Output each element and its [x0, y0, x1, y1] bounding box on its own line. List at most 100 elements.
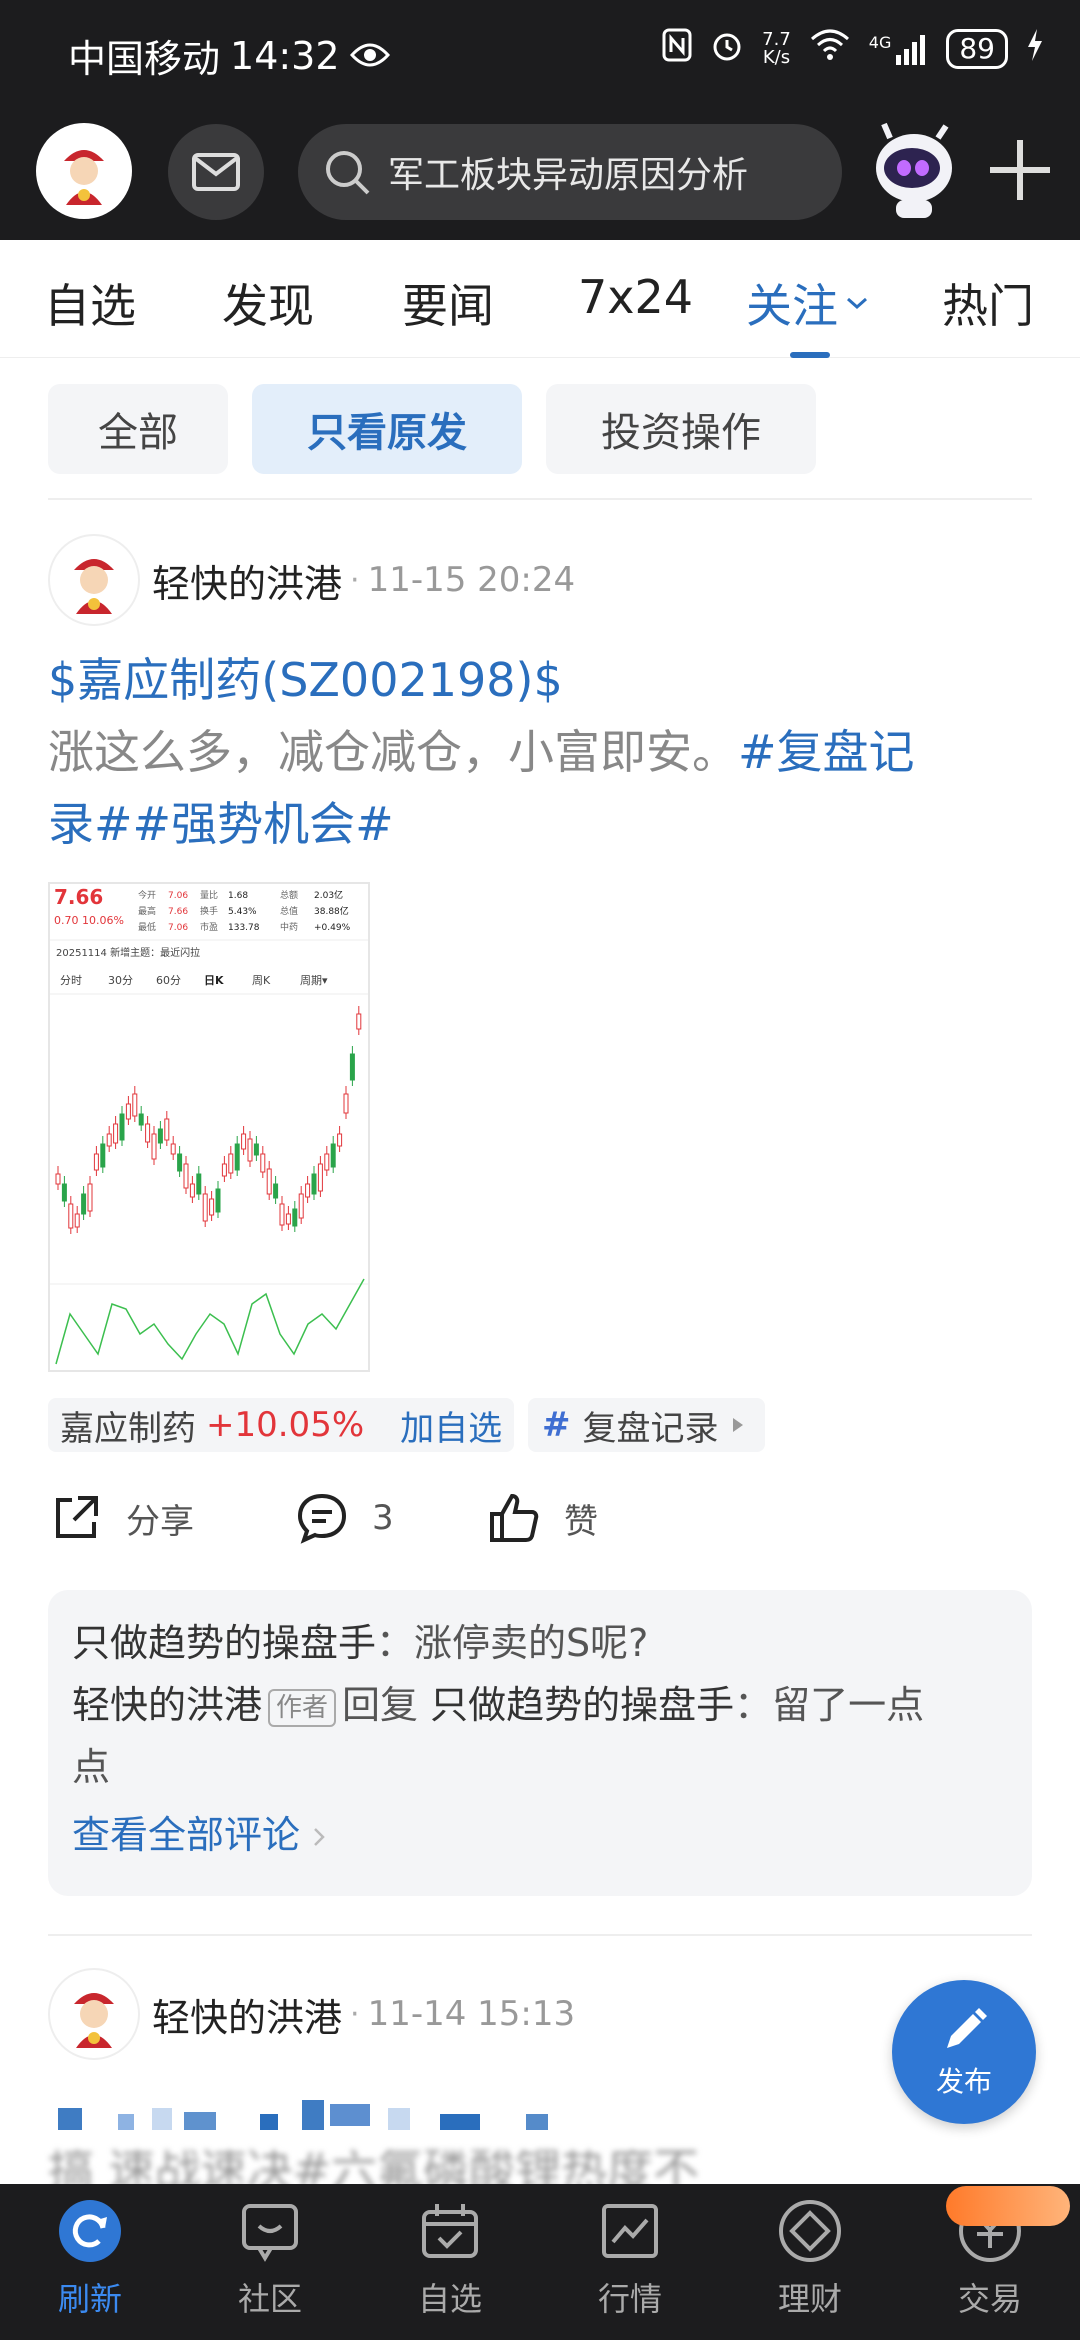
publish-button[interactable]: 发布 — [892, 1980, 1036, 2124]
candle-body — [305, 1183, 311, 1198]
chart-info-cell: 7.06 — [168, 891, 188, 901]
post-author-avatar[interactable] — [48, 534, 140, 626]
eye-icon — [349, 34, 390, 78]
comment-2: 轻快的洪港 作者 回复 只做趋势的操盘手：留了一点点 — [72, 1674, 1008, 1798]
tab-news[interactable]: 要闻 — [402, 270, 494, 336]
candle-body — [61, 1183, 67, 1202]
candle-body — [241, 1133, 247, 1150]
candle-body — [164, 1118, 170, 1141]
post-tag-replay[interactable]: #复盘记 — [738, 725, 915, 779]
filter-all[interactable]: 全部 — [48, 384, 228, 474]
post-author-name[interactable]: 轻快的洪港 — [152, 553, 342, 608]
share-icon — [56, 1496, 98, 1538]
mail-icon — [192, 153, 240, 191]
publish-label: 发布 — [935, 2065, 992, 2098]
chart-info-cell: 市盈 — [200, 921, 218, 933]
stock-chip[interactable]: 嘉应制药 +10.05% 加自选 — [48, 1398, 515, 1452]
post-body[interactable]: 涨这么多，减仓减仓，小富即安。#复盘记 录##强势机会# — [48, 716, 1032, 860]
post-timestamp: 11-15 20:24 — [367, 560, 576, 600]
nav-finance-label: 理财 — [777, 2280, 842, 2318]
net-speed: 7.7 K/s — [762, 31, 791, 67]
candle-body — [337, 1133, 343, 1147]
ai-assistant-button[interactable] — [862, 118, 966, 222]
share-button[interactable]: 分享 — [48, 1490, 194, 1546]
chart-info-cell: 38.88亿 — [314, 905, 349, 917]
comment-1: 只做趋势的操盘手：涨停卖的S呢? — [72, 1612, 1008, 1674]
search-hint: 军工板块异动原因分析 — [388, 155, 749, 196]
candle-body — [177, 1153, 183, 1172]
comment-2-target[interactable]: 只做趋势的操盘手 — [430, 1683, 734, 1727]
filter-original-only[interactable]: 只看原发 — [252, 384, 522, 474]
tab-discover[interactable]: 发现 — [222, 270, 314, 336]
candle-body — [221, 1163, 227, 1177]
promo-badge[interactable] — [946, 2186, 1070, 2226]
post-author-avatar[interactable] — [48, 1968, 140, 2060]
post-header: 轻快的洪港 · 11-15 20:24 — [48, 534, 575, 626]
add-to-watchlist-button[interactable]: 加自选 — [400, 1401, 502, 1450]
post-author-name[interactable]: 轻快的洪港 — [152, 1987, 342, 2042]
candle-body — [183, 1163, 189, 1189]
tab-7x24[interactable]: 7x24 — [578, 270, 693, 324]
chart-info-cell: +0.49% — [314, 923, 351, 933]
alarm-icon — [710, 28, 744, 70]
candle-body — [330, 1143, 336, 1168]
topic-chip[interactable]: # 复盘记录 — [528, 1398, 765, 1452]
post-tag-strong[interactable]: 录##强势机会# — [48, 797, 394, 851]
nav-community[interactable]: 社区 — [200, 2198, 340, 2320]
post-image-kline-chart[interactable]: 7.66 0.70 10.06% 今开 7.06 量比 1.68 总额 2.03亿 最高 7.… — [48, 882, 370, 1372]
add-button[interactable] — [982, 132, 1058, 208]
candle-body — [157, 1128, 163, 1144]
market-icon — [597, 2198, 663, 2264]
play-arrow-icon — [732, 1418, 743, 1432]
chevron-down-icon — [847, 297, 867, 310]
candle-body — [113, 1123, 119, 1144]
tab-following[interactable]: 关注 — [746, 270, 870, 336]
comment-count: 3 — [372, 1498, 394, 1538]
chart-period-tab: 周K — [252, 974, 271, 987]
view-all-comments-link[interactable]: 查看全部评论 — [72, 1804, 1008, 1859]
filter-investment-actions[interactable]: 投资操作 — [546, 384, 816, 474]
thumbs-up-icon — [490, 1493, 539, 1542]
nav-market[interactable]: 行情 — [560, 2198, 700, 2320]
community-icon — [237, 2198, 303, 2264]
clock: 14:32 — [230, 33, 340, 78]
search-bar[interactable]: 军工板块异动原因分析 — [298, 124, 842, 220]
candle-body — [260, 1153, 266, 1173]
tab-watchlist[interactable]: 自选 — [44, 270, 136, 336]
nav-watchlist[interactable]: 自选 — [380, 2198, 520, 2320]
candle-body — [106, 1133, 112, 1147]
user-avatar[interactable] — [36, 123, 132, 219]
chart-info-cell: 中药 — [280, 921, 298, 933]
chart-info-cell: 最低 — [138, 921, 156, 933]
separator-dot: · — [350, 562, 360, 598]
god-of-wealth-icon — [74, 559, 114, 614]
chevron-right-icon — [314, 1828, 325, 1846]
chart-period-tab: 日K — [204, 974, 224, 987]
share-label: 分享 — [126, 1501, 194, 1542]
post-divider — [48, 1934, 1032, 1936]
tab-hot[interactable]: 热门 — [942, 270, 1034, 336]
nav-watchlist-label: 自选 — [417, 2280, 482, 2318]
nav-refresh[interactable]: 刷新 — [20, 2198, 160, 2320]
filter-divider — [48, 498, 1032, 500]
post-text: 涨这么多，减仓减仓，小富即安。 — [48, 725, 738, 779]
mail-button[interactable] — [168, 124, 264, 220]
candle-body — [234, 1143, 240, 1171]
like-button[interactable]: 赞 — [486, 1490, 598, 1546]
candle-body — [202, 1193, 208, 1222]
candle-body — [215, 1188, 221, 1213]
post-timestamp: 11-14 15:13 — [367, 1994, 576, 2034]
comment-2-user[interactable]: 轻快的洪港 — [72, 1683, 262, 1727]
chart-info-cell: 最高 — [138, 905, 156, 917]
nav-finance[interactable]: 理财 — [740, 2198, 880, 2320]
comments-preview[interactable]: 只做趋势的操盘手：涨停卖的S呢? 轻快的洪港 作者 回复 只做趋势的操盘手：留了一点… — [48, 1590, 1032, 1896]
candle-body — [253, 1143, 259, 1156]
status-right: 7.7 K/s 4G 89 — [662, 28, 1044, 70]
comment-1-user[interactable]: 只做趋势的操盘手 — [72, 1621, 376, 1665]
post-stock-link[interactable]: $嘉应制药(SZ002198)$ — [48, 644, 563, 710]
comment-button[interactable]: 3 — [294, 1490, 394, 1546]
candle-body — [273, 1183, 279, 1199]
post-actions: 分享 3 赞 — [48, 1490, 1032, 1554]
app-header: 军工板块异动原因分析 — [0, 118, 1080, 220]
candle-body — [125, 1103, 131, 1120]
